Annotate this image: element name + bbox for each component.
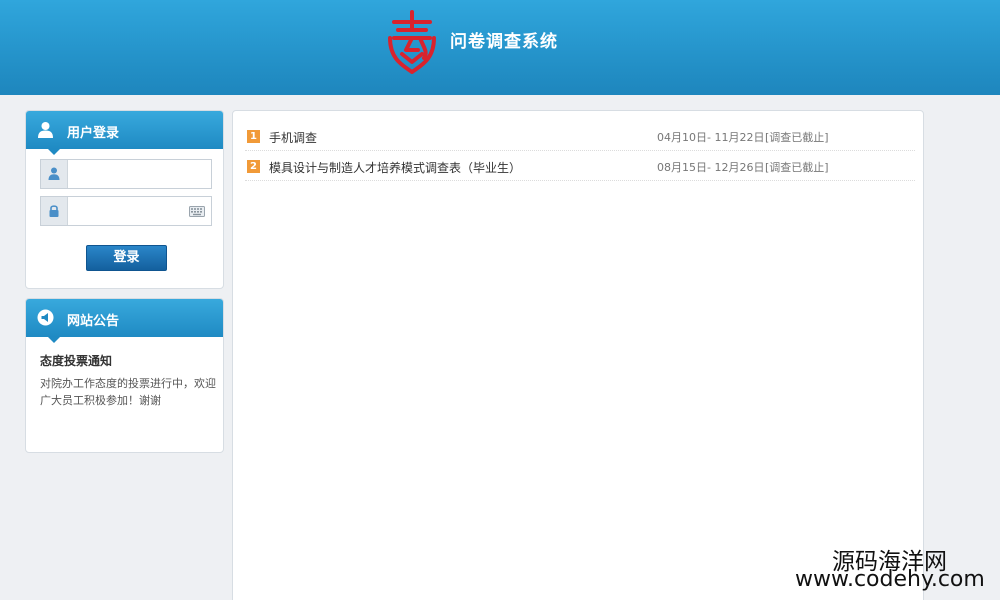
school-emblem-icon: [388, 10, 436, 74]
keyboard-icon[interactable]: [189, 206, 205, 217]
password-field: [40, 196, 212, 226]
survey-list: 1 手机调查 04月10日- 11月22日 [调查已截止] 2 模具设计与制造人…: [245, 121, 915, 181]
username-icon-box: [41, 160, 68, 188]
announcement-icon: [37, 309, 54, 326]
login-panel-header: 用户登录: [26, 111, 223, 155]
username-field: [40, 159, 212, 189]
login-button[interactable]: 登录: [86, 245, 167, 271]
site-title: 问卷调查系统: [450, 32, 558, 52]
survey-title-link[interactable]: 手机调查: [269, 129, 317, 146]
notice-panel-title: 网站公告: [67, 314, 120, 329]
page-header: 问卷调查系统: [0, 0, 1000, 95]
notice-heading[interactable]: 态度投票通知: [40, 352, 112, 369]
survey-status: [调查已截止]: [765, 161, 829, 174]
login-panel: 用户登录 登录: [25, 110, 224, 289]
survey-status: [调查已截止]: [765, 131, 829, 144]
survey-title-link[interactable]: 模具设计与制造人才培养模式调查表（毕业生）: [269, 159, 521, 176]
login-panel-title: 用户登录: [67, 126, 120, 141]
password-icon-box: [41, 197, 68, 225]
survey-number-badge: 1: [247, 130, 260, 143]
notice-body: 对院办工作态度的投票进行中，欢迎广大员工积极参加！谢谢: [40, 377, 216, 407]
username-input[interactable]: [69, 160, 211, 188]
survey-date-range: 04月10日- 11月22日: [657, 131, 765, 144]
survey-list-panel: 1 手机调查 04月10日- 11月22日 [调查已截止] 2 模具设计与制造人…: [232, 110, 924, 600]
survey-item[interactable]: 2 模具设计与制造人才培养模式调查表（毕业生） 08月15日- 12月26日 […: [245, 151, 915, 181]
user-icon: [38, 122, 53, 138]
notice-panel: 网站公告 态度投票通知 对院办工作态度的投票进行中，欢迎广大员工积极参加！谢谢: [25, 298, 224, 453]
survey-item[interactable]: 1 手机调查 04月10日- 11月22日 [调查已截止]: [245, 121, 915, 151]
lock-icon: [49, 205, 59, 217]
survey-date-range: 08月15日- 12月26日: [657, 161, 765, 174]
notice-panel-header: 网站公告: [26, 299, 223, 343]
user-icon: [48, 167, 60, 180]
watermark-url: www.codehy.com: [795, 567, 985, 592]
survey-number-badge: 2: [247, 160, 260, 173]
